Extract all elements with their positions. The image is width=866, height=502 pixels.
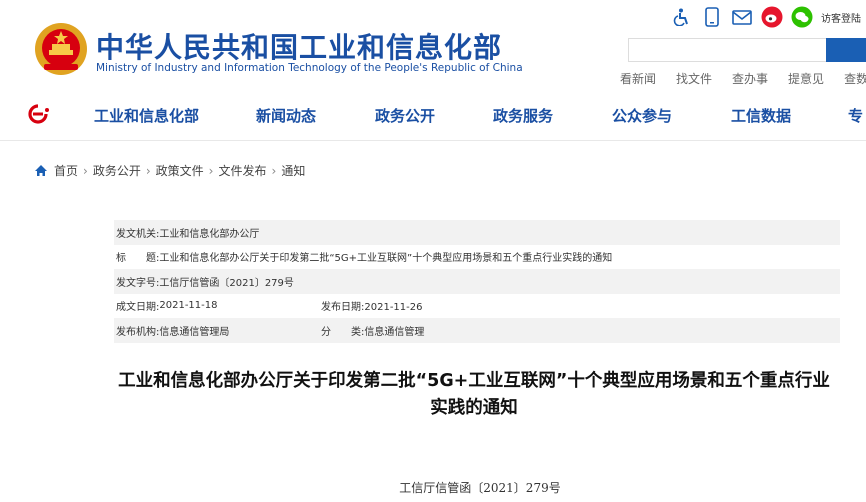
meta-row-subject: 标 题: 工业和信息化部办公厅关于印发第二批“5G+工业互联网”十个典型应用场景和… [114,245,840,270]
nav-item-data[interactable]: 工信数据 [731,105,791,126]
weibo-icon[interactable] [761,6,783,28]
meta-value: 2021-11-18 [159,300,218,312]
article-doc-number: 工信厅信管函〔2021〕279号 [399,481,561,495]
accessibility-icon[interactable] [671,6,693,28]
breadcrumb-home[interactable]: 首页 [54,162,78,179]
national-emblem-icon [35,23,87,75]
meta-row-agency: 发布机构: 信息通信管理局 分 类:信息通信管理 [114,318,840,343]
meta-label: 发文字号: [116,277,160,289]
meta-value: 工信厅信管函〔2021〕279号 [159,277,294,289]
quick-links: 看新闻 找文件 查办事 提意见 查数据 [620,70,866,87]
meta-row-docno: 发文字号: 工信厅信管函〔2021〕279号 [114,269,840,294]
meta-value: 信息通信管理局 [159,326,230,338]
breadcrumb-separator: › [271,163,277,178]
wechat-icon[interactable] [791,6,813,28]
visitor-login-link[interactable]: 访客登陆 [821,10,861,25]
meta-row-issuer: 发文机关: 工业和信息化部办公厅 [114,220,840,245]
breadcrumb-separator: › [145,163,151,178]
quick-link-services[interactable]: 查办事 [732,70,768,87]
breadcrumb-policy[interactable]: 政策文件 [156,162,204,179]
meta-value: 2021-11-26 [364,302,423,314]
meta-value: 工业和信息化部办公厅关于印发第二批“5G+工业互联网”十个典型应用场景和五个重点… [159,253,613,265]
main-nav: 工业和信息化部 新闻动态 政务公开 政务服务 公众参与 工信数据 专 [0,105,866,125]
nav-item-news[interactable]: 新闻动态 [256,105,316,126]
meta-label: 发布机构: [116,326,160,338]
breadcrumb-release[interactable]: 文件发布 [218,162,266,179]
site-subtitle: Ministry of Industry and Information Tec… [96,62,523,74]
nav-item-participation[interactable]: 公众参与 [612,105,672,126]
top-utility-bar: 访客登陆 [671,6,861,28]
quick-link-feedback[interactable]: 提意见 [788,70,824,87]
nav-item-services[interactable]: 政务服务 [493,105,553,126]
nav-item-disclosure[interactable]: 政务公开 [375,105,435,126]
meta-value: 信息通信管理 [364,326,425,338]
nav-item-special[interactable]: 专 [848,105,863,126]
meta-label: 发文机关: [116,228,160,240]
document-meta-table: 发文机关: 工业和信息化部办公厅 标 题: 工业和信息化部办公厅关于印发第二批“5G… [114,220,840,343]
breadcrumb-disclosure[interactable]: 政务公开 [93,162,141,179]
quick-link-news[interactable]: 看新闻 [620,70,656,87]
meta-label: 分 类: [321,326,365,338]
breadcrumb: 首页 › 政务公开 › 政策文件 › 文件发布 › 通知 [34,162,305,179]
meta-label: 标 题: [116,253,160,265]
breadcrumb-separator: › [83,163,88,178]
mobile-icon[interactable] [701,6,723,28]
site-title[interactable]: 中华人民共和国工业和信息化部 [96,26,502,66]
home-icon [35,165,47,176]
quick-link-data[interactable]: 查数据 [844,70,866,87]
search-button[interactable] [826,38,866,62]
breadcrumb-notice[interactable]: 通知 [281,162,305,179]
meta-value: 工业和信息化部办公厅 [159,228,260,240]
nav-item-miit[interactable]: 工业和信息化部 [94,105,199,126]
meta-label: 成文日期: [116,302,160,314]
quick-link-files[interactable]: 找文件 [676,70,712,87]
article-title: 工业和信息化部办公厅关于印发第二批“5G+工业互联网”十个典型应用场景和五个重点… [118,371,830,418]
meta-row-dates: 成文日期: 2021-11-18 发布日期:2021-11-26 [114,294,840,319]
meta-label: 发布日期: [321,302,365,314]
mail-icon[interactable] [731,6,753,28]
breadcrumb-separator: › [208,163,214,178]
